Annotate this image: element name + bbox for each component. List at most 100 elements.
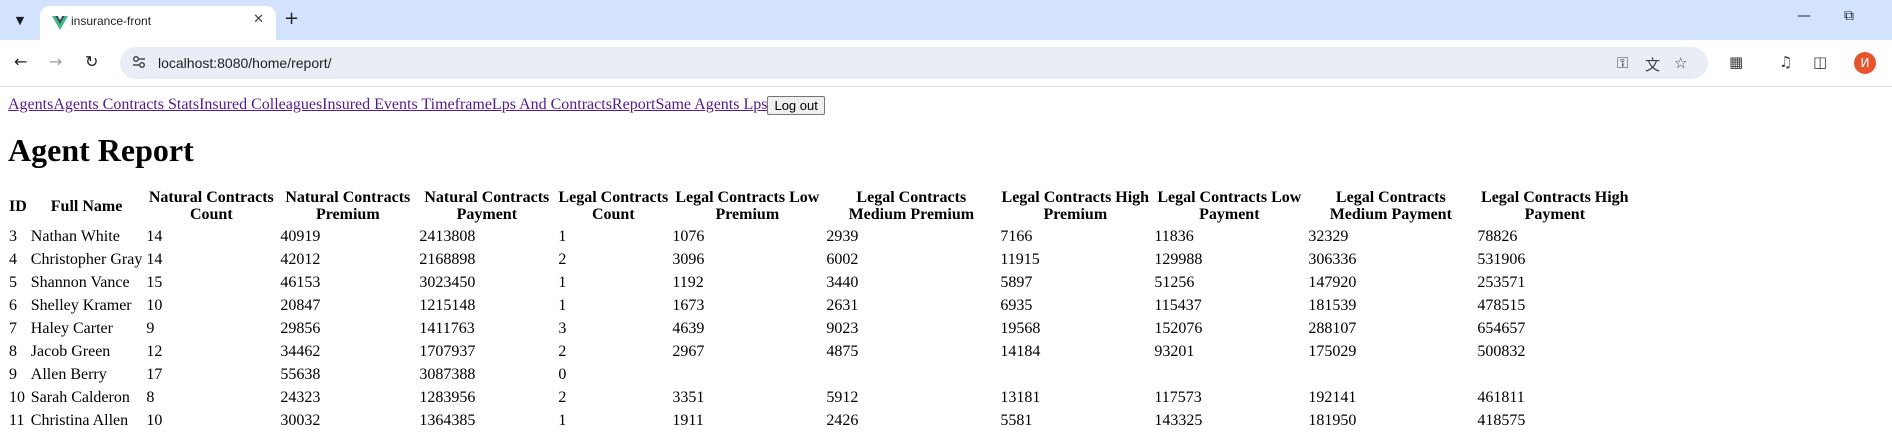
- table-cell: 7166: [1000, 228, 1033, 245]
- table-row: 11 Christina Allen 10 30032 1364385 1 1911 2426…: [8, 410, 1633, 431]
- table-cell: 3087388: [419, 366, 476, 383]
- table-cell: 9: [9, 366, 17, 383]
- translate-icon[interactable]: 文: [1645, 54, 1660, 75]
- table-cell: Jacob Green: [30, 343, 111, 360]
- table-cell: 418575: [1477, 412, 1526, 429]
- table-cell: 181950: [1308, 412, 1357, 429]
- table-cell: 3440: [826, 274, 859, 291]
- column-header: Legal Contracts Count: [558, 189, 669, 223]
- table-cell: 2967: [672, 343, 705, 360]
- vue-logo-icon: [52, 16, 68, 30]
- table-cell: 143325: [1154, 412, 1203, 429]
- nav-link-report[interactable]: Report: [612, 96, 656, 113]
- table-cell: [1153, 364, 1305, 385]
- table-cell: 42012: [280, 251, 321, 268]
- table-cell: 32329: [1308, 228, 1349, 245]
- nav-link-lps-and-contracts[interactable]: Lps And Contracts: [492, 96, 612, 113]
- arrow-right-icon[interactable]: →: [49, 52, 62, 71]
- table-cell: 40919: [280, 228, 321, 245]
- reload-icon[interactable]: ↻: [85, 52, 98, 71]
- table-cell: 1673: [672, 297, 705, 314]
- table-cell: 3096: [672, 251, 705, 268]
- table-cell: 13181: [1000, 389, 1041, 406]
- table-cell: 1: [558, 228, 567, 245]
- table-cell: 55638: [280, 366, 321, 383]
- table-cell: 2631: [826, 297, 859, 314]
- table-cell: 192141: [1308, 389, 1357, 406]
- table-cell: 11836: [1154, 228, 1194, 245]
- table-cell: 4: [9, 251, 17, 268]
- table-cell: 1: [558, 274, 567, 291]
- table-cell: 19568: [1000, 320, 1041, 337]
- table-cell: 14184: [1000, 343, 1041, 360]
- restore-icon[interactable]: ⧉: [1844, 8, 1854, 24]
- table-cell: 7: [9, 320, 17, 337]
- table-row: 5 Shannon Vance 15 46153 3023450 1 1192 3440 589…: [8, 272, 1633, 293]
- table-cell: 147920: [1308, 274, 1357, 291]
- close-icon[interactable]: ✕: [253, 12, 264, 27]
- table-cell: [1476, 364, 1633, 385]
- table-cell: 117573: [1154, 389, 1202, 406]
- table-cell: 500832: [1477, 343, 1526, 360]
- table-cell: 2: [558, 389, 567, 406]
- logout-button[interactable]: Log out: [767, 95, 825, 115]
- table-cell: 14: [146, 251, 163, 268]
- arrow-left-icon[interactable]: ←: [14, 52, 27, 71]
- avatar[interactable]: И: [1854, 52, 1876, 74]
- plus-icon[interactable]: +: [284, 8, 299, 29]
- nav-link-agents[interactable]: Agents: [8, 96, 53, 113]
- table-cell: 6: [9, 297, 17, 314]
- media-control-icon[interactable]: ♫: [1779, 53, 1792, 71]
- nav-link-insured-colleagues[interactable]: Insured Colleagues: [199, 96, 322, 113]
- table-cell: 1: [558, 297, 567, 314]
- site-info-icon[interactable]: [132, 55, 146, 69]
- table-cell: 30032: [280, 412, 321, 429]
- table-cell: 2939: [826, 228, 859, 245]
- table-cell: 12: [146, 343, 163, 360]
- table-cell: Haley Carter: [30, 320, 113, 337]
- table-cell: 2: [558, 343, 567, 360]
- table-cell: 10: [9, 389, 25, 406]
- star-icon[interactable]: ☆: [1674, 54, 1687, 72]
- table-cell: Nathan White: [30, 228, 120, 245]
- nav-link-insured-events-timeframe[interactable]: Insured Events Timeframe: [322, 96, 492, 113]
- table-cell: 461811: [1477, 389, 1525, 406]
- nav-link-agents-contracts-stats[interactable]: Agents Contracts Stats: [53, 96, 199, 113]
- table-cell: 1411763: [419, 320, 475, 337]
- page-title: Agent Report: [8, 132, 194, 168]
- browser-toolbar: ← → ↻ localhost:8080/home/report/ ⚿ 文 ☆ …: [0, 40, 1892, 87]
- side-panel-icon[interactable]: ◫: [1813, 53, 1827, 71]
- nav-link-same-agents-lps[interactable]: Same Agents Lps: [655, 96, 767, 113]
- table-cell: 5: [9, 274, 17, 291]
- table-cell: [671, 364, 823, 385]
- table-cell: 8: [146, 389, 155, 406]
- table-cell: 181539: [1308, 297, 1357, 314]
- table-row: 8 Jacob Green 12 34462 1707937 2 2967 4875 14184…: [8, 341, 1633, 362]
- url-text: localhost:8080/home/report/: [158, 55, 332, 71]
- table-cell: 531906: [1477, 251, 1526, 268]
- column-header: Legal Contracts Medium Payment: [1329, 189, 1452, 223]
- table-cell: 2: [558, 251, 567, 268]
- table-cell: 34462: [280, 343, 321, 360]
- puzzle-icon[interactable]: ▦: [1729, 53, 1743, 71]
- column-header: Natural Contracts Premium: [285, 189, 411, 223]
- browser-tab[interactable]: insurance-front ✕: [40, 6, 276, 40]
- table-cell: Christina Allen: [30, 412, 129, 429]
- column-header: Legal Contracts High Payment: [1481, 189, 1629, 223]
- table-cell: 654657: [1477, 320, 1526, 337]
- table-cell: 129988: [1154, 251, 1203, 268]
- key-icon[interactable]: ⚿: [1617, 54, 1628, 72]
- nav-menu: AgentsAgents Contracts StatsInsured Coll…: [8, 95, 1884, 115]
- address-bar[interactable]: localhost:8080/home/report/ ⚿ 文 ☆: [120, 47, 1708, 79]
- table-cell: 15: [146, 274, 163, 291]
- table-cell: 2413808: [419, 228, 476, 245]
- table-cell: 29856: [280, 320, 321, 337]
- table-cell: 14: [146, 228, 163, 245]
- table-cell: 17: [146, 366, 163, 383]
- minimize-icon[interactable]: —: [1797, 8, 1811, 24]
- table-cell: 4639: [672, 320, 705, 337]
- tab-title: insurance-front: [71, 14, 152, 28]
- chevron-down-icon[interactable]: ▼: [8, 8, 32, 32]
- table-cell: 1: [558, 412, 567, 429]
- table-cell: 115437: [1154, 297, 1202, 314]
